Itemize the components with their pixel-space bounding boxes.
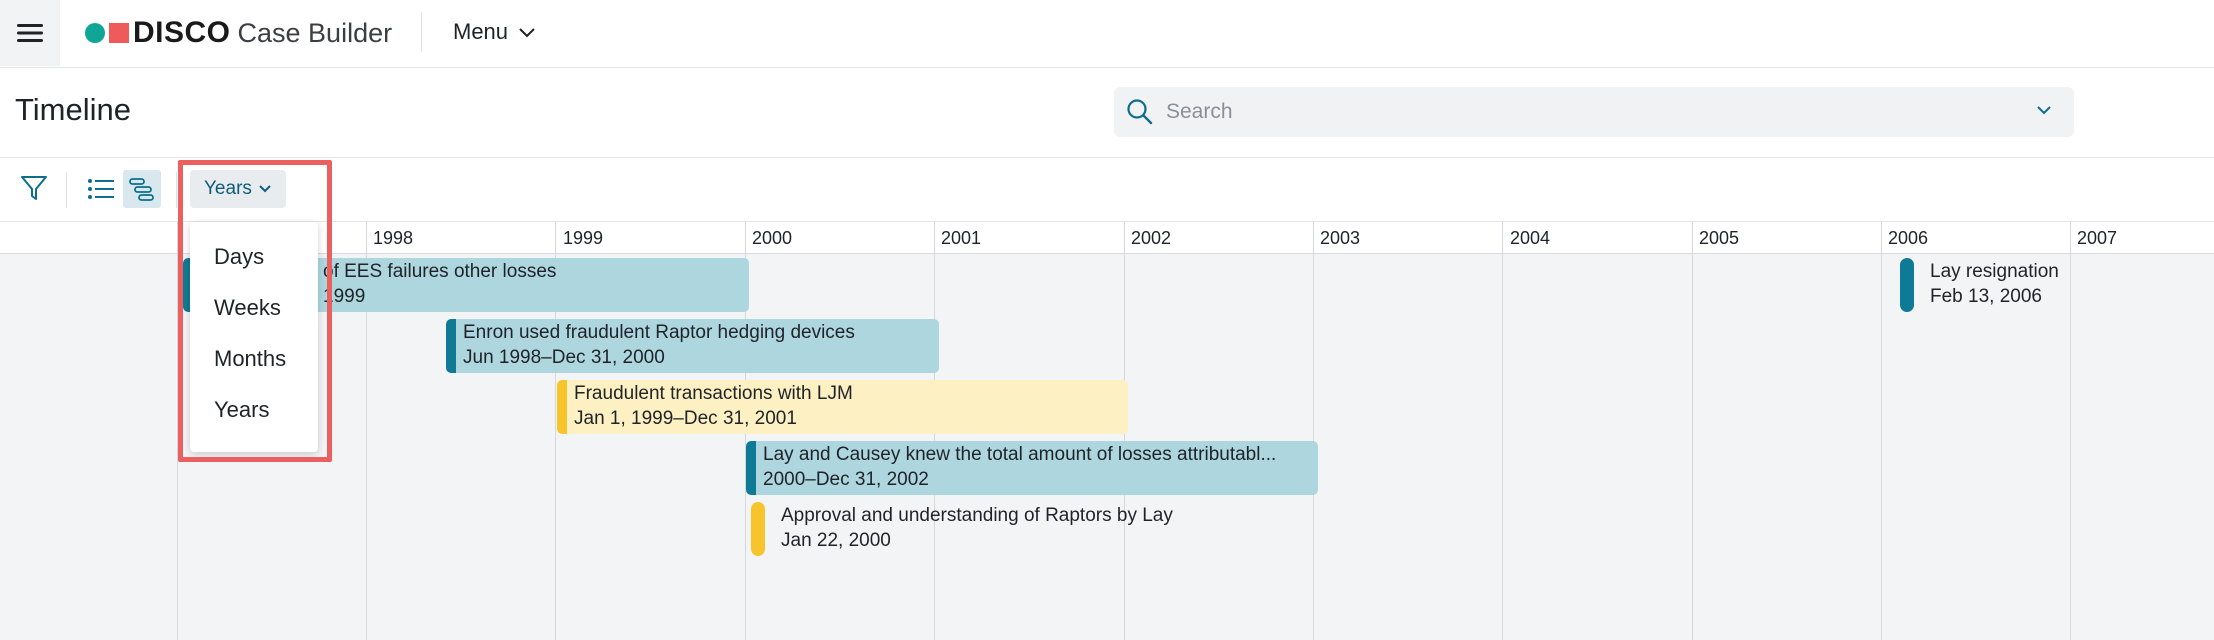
chevron-down-icon: [519, 28, 535, 38]
list-view-button[interactable]: [84, 172, 118, 206]
year-label: 2007: [2077, 228, 2118, 248]
divider: [421, 12, 422, 52]
timeline-event-point[interactable]: Approval and understanding of Raptors by…: [751, 502, 1251, 556]
event-title: Lay resignation: [1930, 261, 2059, 282]
menu-label: Menu: [453, 19, 509, 44]
page-header: Timeline: [0, 68, 2214, 158]
event-title: Enron used fraudulent Raptor hedging dev…: [463, 322, 855, 343]
year-label: 2001: [941, 228, 982, 248]
timeline-event-point[interactable]: Lay resignation Feb 13, 2006: [1900, 258, 2200, 312]
event-date: Jan 1, 1999–Dec 31, 2001: [574, 408, 797, 429]
divider: [66, 172, 67, 208]
menu-button[interactable]: Menu: [453, 17, 536, 47]
product-name: Case Builder: [237, 17, 393, 48]
event-date: 2000–Dec 31, 2002: [763, 469, 929, 490]
timeline-view-button[interactable]: [123, 170, 161, 208]
event-date: Jan 22, 2000: [781, 530, 891, 551]
year-gridline: [1502, 222, 1503, 640]
event-title: of EES failures other losses: [323, 261, 557, 282]
timeline-event-bar[interactable]: Lay and Causey knew the total amount of …: [746, 441, 1318, 495]
page-title: Timeline: [15, 92, 131, 127]
event-pin: [1900, 258, 1914, 312]
filter-icon[interactable]: [20, 174, 48, 202]
year-label: 1998: [373, 228, 414, 248]
search-box[interactable]: [1114, 87, 2074, 137]
event-pin: [751, 502, 765, 556]
event-date: Jun 1998–Dec 31, 2000: [463, 347, 665, 368]
search-icon: [1127, 99, 1153, 125]
event-title: Lay and Causey knew the total amount of …: [763, 444, 1277, 465]
logo-square: [109, 23, 129, 43]
search-input[interactable]: [1166, 100, 2026, 124]
highlight-box: [178, 160, 332, 462]
timeline-toolbar: Years: [0, 158, 2214, 222]
timeline-event-bar[interactable]: Fraudulent transactions with LJM Jan 1, …: [557, 380, 1128, 434]
logo-dot: [85, 23, 105, 43]
event-accent: [446, 319, 456, 373]
hamburger-menu-button[interactable]: [0, 0, 60, 66]
year-gridline: [1692, 222, 1693, 640]
brand-name: DISCO: [133, 16, 231, 49]
year-label: 2003: [1320, 228, 1361, 248]
divider: [176, 172, 177, 208]
top-bar: DISCO Case Builder Menu: [0, 0, 2214, 68]
year-label: 2000: [752, 228, 793, 248]
app-logo[interactable]: DISCO Case Builder: [85, 15, 392, 51]
year-label: 2006: [1888, 228, 1929, 248]
event-date: Feb 13, 2006: [1930, 286, 2042, 307]
list-view-icon: [88, 179, 114, 199]
event-title: Approval and understanding of Raptors by…: [781, 505, 1173, 526]
year-gridline: [1313, 222, 1314, 640]
event-accent: [746, 441, 756, 495]
timeline-event-bar[interactable]: Enron used fraudulent Raptor hedging dev…: [446, 319, 939, 373]
timeline-canvas[interactable]: 1998 1999 2000 2001 2002 2003 2004 2005 …: [0, 222, 2214, 640]
timeline-view-icon: [129, 178, 154, 201]
year-label: 2005: [1699, 228, 1740, 248]
event-title: Fraudulent transactions with LJM: [574, 383, 853, 404]
year-gridline: [1881, 222, 1882, 640]
event-accent: [557, 380, 567, 434]
year-label: 2002: [1131, 228, 1172, 248]
search-options-chevron-icon[interactable]: [2036, 104, 2052, 116]
year-label: 2004: [1510, 228, 1551, 248]
hamburger-icon: [17, 24, 43, 42]
year-label: 1999: [563, 228, 604, 248]
